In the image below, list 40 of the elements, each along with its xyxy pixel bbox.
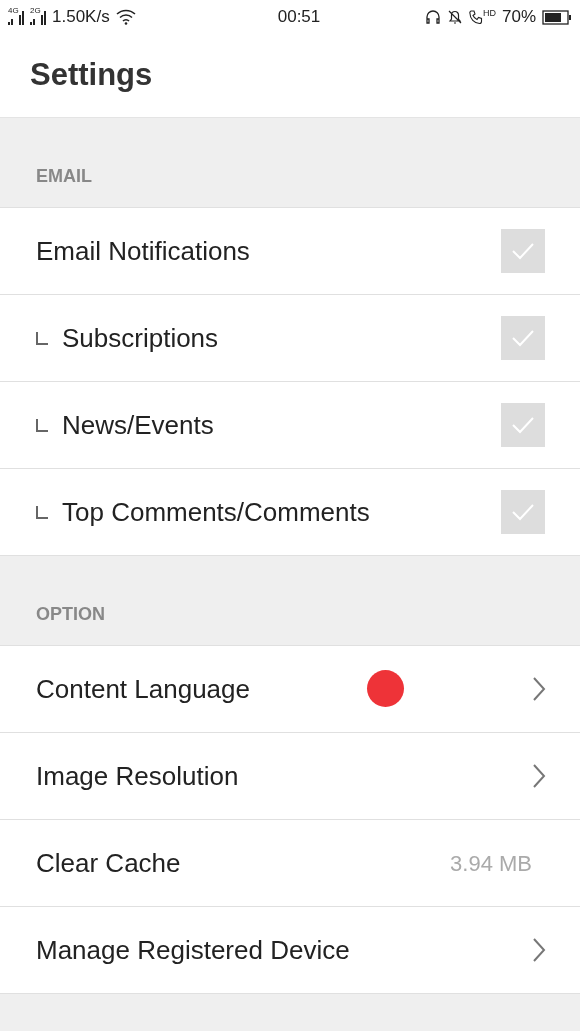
settings-row[interactable]: Email Notifications <box>0 208 580 295</box>
check-icon <box>511 242 535 260</box>
section-header: EMAIL <box>36 165 92 188</box>
row-label: Content Language <box>36 672 250 706</box>
row-label: News/Events <box>62 408 214 442</box>
settings-row[interactable]: Clear Cache 3.94 MB <box>0 820 580 907</box>
row-label: Top Comments/Comments <box>62 495 370 529</box>
settings-row[interactable]: News/Events <box>0 382 580 469</box>
chevron-right-icon <box>532 676 546 702</box>
settings-row[interactable]: Content Language <box>0 646 580 733</box>
chevron-right-icon <box>532 763 546 789</box>
settings-row[interactable]: Manage Registered Device <box>0 907 580 994</box>
check-icon <box>511 329 535 347</box>
checkbox[interactable] <box>501 403 545 447</box>
checkbox[interactable] <box>501 229 545 273</box>
headphones-icon <box>424 9 441 25</box>
row-label: Subscriptions <box>62 321 219 355</box>
checkbox[interactable] <box>501 316 545 360</box>
row-label: Manage Registered Device <box>36 933 350 967</box>
settings-row[interactable]: Subscriptions <box>0 295 580 382</box>
wifi-icon <box>115 9 136 25</box>
battery-icon <box>542 9 572 25</box>
settings-row[interactable]: Top Comments/Comments <box>0 469 580 556</box>
phone-icon <box>468 9 483 25</box>
row-label: Clear Cache <box>36 846 181 880</box>
hd-label: HD <box>482 9 496 18</box>
check-icon <box>511 503 535 521</box>
page-title: Settings <box>30 56 153 95</box>
chevron-right-icon <box>532 937 546 963</box>
settings-row[interactable]: Image Resolution <box>0 733 580 820</box>
clock: 00:51 <box>276 6 322 29</box>
cache-size: 3.94 MB <box>450 849 532 878</box>
bell-muted-icon <box>446 9 463 25</box>
checkbox[interactable] <box>501 490 545 534</box>
network-speed: 1.50K/s <box>52 6 110 29</box>
section-header: OPTION <box>36 603 105 626</box>
check-icon <box>511 416 535 434</box>
row-label: Image Resolution <box>36 759 239 793</box>
row-label: Email Notifications <box>36 234 250 268</box>
battery-percent: 70% <box>501 6 536 29</box>
